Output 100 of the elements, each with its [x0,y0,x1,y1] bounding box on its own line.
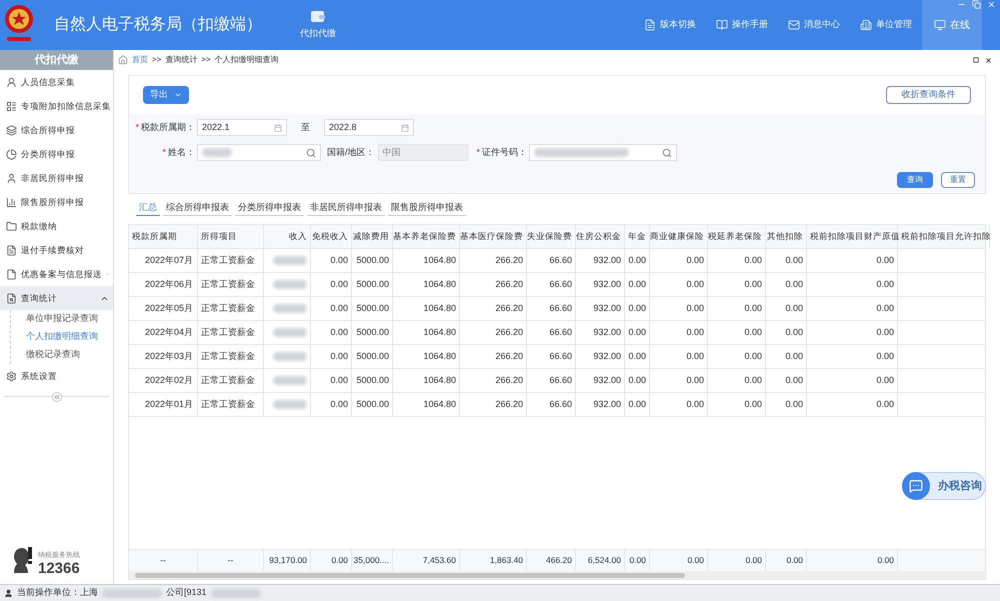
sidebar-item[interactable]: 非居民所得申报 [0,166,113,190]
table-cell: 0.00 [766,273,807,296]
sidebar-subitem[interactable]: 个人扣缴明细查询 [11,328,113,346]
required-mark: * [162,146,166,159]
maximize-icon[interactable] [973,56,979,62]
status-label: 当前操作单位：上海 [17,586,98,600]
column-header: 税前扣除项目允许扣除 [898,225,990,248]
table-cell: 1064.80 [393,369,460,392]
column-header: 税前扣除项目财产原值 [807,225,898,248]
table-cell: 0.00 [650,297,708,320]
settings-icon [6,370,17,382]
reset-button[interactable]: 重置 [941,172,975,188]
table-cell: 0.00 [807,393,898,416]
table-cell: 66.60 [527,321,576,344]
report-tab[interactable]: 分类所得申报表 [235,200,304,216]
table-cell: 1064.80 [393,249,460,272]
sidebar-title: 代扣代缴 [0,50,113,70]
table-cell: 266.20 [460,249,527,272]
blurred-value [273,400,307,409]
blurred-value [273,304,307,313]
sidebar-item[interactable]: 优惠备案与信息报送 [0,262,113,286]
header-nav-item[interactable]: 版本切换 [634,0,706,50]
restore-icon[interactable] [972,0,981,9]
sidebar-item[interactable]: 税款缴纳 [0,214,113,238]
folder-icon [6,220,17,232]
column-header: 其他扣除 [766,225,807,248]
required-mark: * [135,120,139,134]
blurred-value [273,352,307,361]
sidebar-item[interactable]: 退付手续费核对 [0,238,113,262]
header-nav-item[interactable]: 操作手册 [706,0,778,50]
date-field[interactable]: 2022.8 [324,119,414,136]
sidebar-subitem[interactable]: 单位申报记录查询 [11,310,113,328]
sidebar-item[interactable]: 专项附加扣除信息采集 [0,94,113,118]
blurred-value [202,148,232,157]
header-nav-item[interactable]: 单位管理 [850,0,922,50]
breadcrumb-item: >> [201,54,211,66]
breadcrumb-link[interactable]: 首页 [132,54,148,66]
sidebar-item-label: 专项附加扣除信息采集 [21,100,111,112]
search-icon [306,148,316,158]
field-label: 国籍/地区： [327,146,375,159]
table-cell: 2022年03月 [129,345,198,368]
app-title: 自然人电子税务局（扣缴端） [54,14,262,35]
column-header: 基本养老保险费 [393,225,460,248]
table-cell: 0.00 [311,297,352,320]
table-cell: 0.00 [807,297,898,320]
close-icon[interactable] [985,56,992,64]
table-cell: 0.00 [766,393,807,416]
collapse-conditions-button[interactable]: 收折查询条件 [886,86,971,104]
table-cell: 0.00 [625,369,650,392]
table-cell: 0.00 [311,321,352,344]
monitor-icon [934,19,946,31]
module-tab[interactable]: 代扣代缴 [300,9,336,41]
sidebar-item[interactable]: 系统设置 [0,364,113,388]
user-icon [4,588,13,598]
column-header: 收入 [264,225,311,248]
horizontal-scrollbar[interactable] [129,571,985,579]
date-field[interactable]: 2022.1 [197,119,287,136]
table-cell: 0.00 [650,393,708,416]
column-header: 免税收入 [311,225,352,248]
sidebar-subitem[interactable]: 缴税记录查询 [11,346,113,364]
column-header: 商业健康保险 [650,225,708,248]
report-tab[interactable]: 非居民所得申报表 [307,200,385,216]
table-cell: 1064.80 [393,297,460,320]
id-number-field[interactable] [529,144,678,161]
caret-icon [174,91,182,99]
report-tab[interactable]: 汇总 [136,200,160,216]
table-cell: 0.00 [807,345,898,368]
query-button[interactable]: 查询 [897,172,933,188]
name-field[interactable] [197,144,321,161]
table-cell: 2022年06月 [129,273,198,296]
calendar-icon [274,124,282,132]
header-nav-item[interactable]: 消息中心 [778,0,850,50]
sidebar-item[interactable]: 查询统计 [0,286,113,310]
table-cell: 266.20 [460,297,527,320]
export-button[interactable]: 导出 [143,86,189,104]
report-tab[interactable]: 限售股所得申报表 [388,200,466,216]
table-cell: 0.00 [311,393,352,416]
sidebar-item[interactable]: 人员信息采集 [0,70,113,94]
sidebar-item[interactable]: 限售股所得申报 [0,190,113,214]
column-header: 所得项目 [198,225,264,248]
consult-button[interactable]: 办税咨询 [902,472,986,500]
table-cell: 0.00 [766,297,807,320]
table-cell: 66.60 [527,273,576,296]
table-cell: 0.00 [708,369,766,392]
table-cell: 0.00 [766,321,807,344]
table-cell: 5000.00 [352,321,393,344]
table-cell: 0.00 [625,321,650,344]
sidebar-item[interactable]: 综合所得申报 [0,118,113,142]
mail-icon [788,19,800,31]
collapse-sidebar-icon[interactable] [52,392,62,402]
table-cell: 正常工资薪金 [198,321,264,344]
field-label: 姓名： [168,146,195,159]
table-cell: 正常工资薪金 [198,273,264,296]
sidebar-item[interactable]: 分类所得申报 [0,142,113,166]
table-cell: 0.00 [807,273,898,296]
table-cell: 2022年01月 [129,393,198,416]
table-cell: 1064.80 [393,321,460,344]
building-icon [860,19,872,31]
country-field: 中国 [378,144,468,161]
report-tab[interactable]: 综合所得申报表 [163,200,232,216]
